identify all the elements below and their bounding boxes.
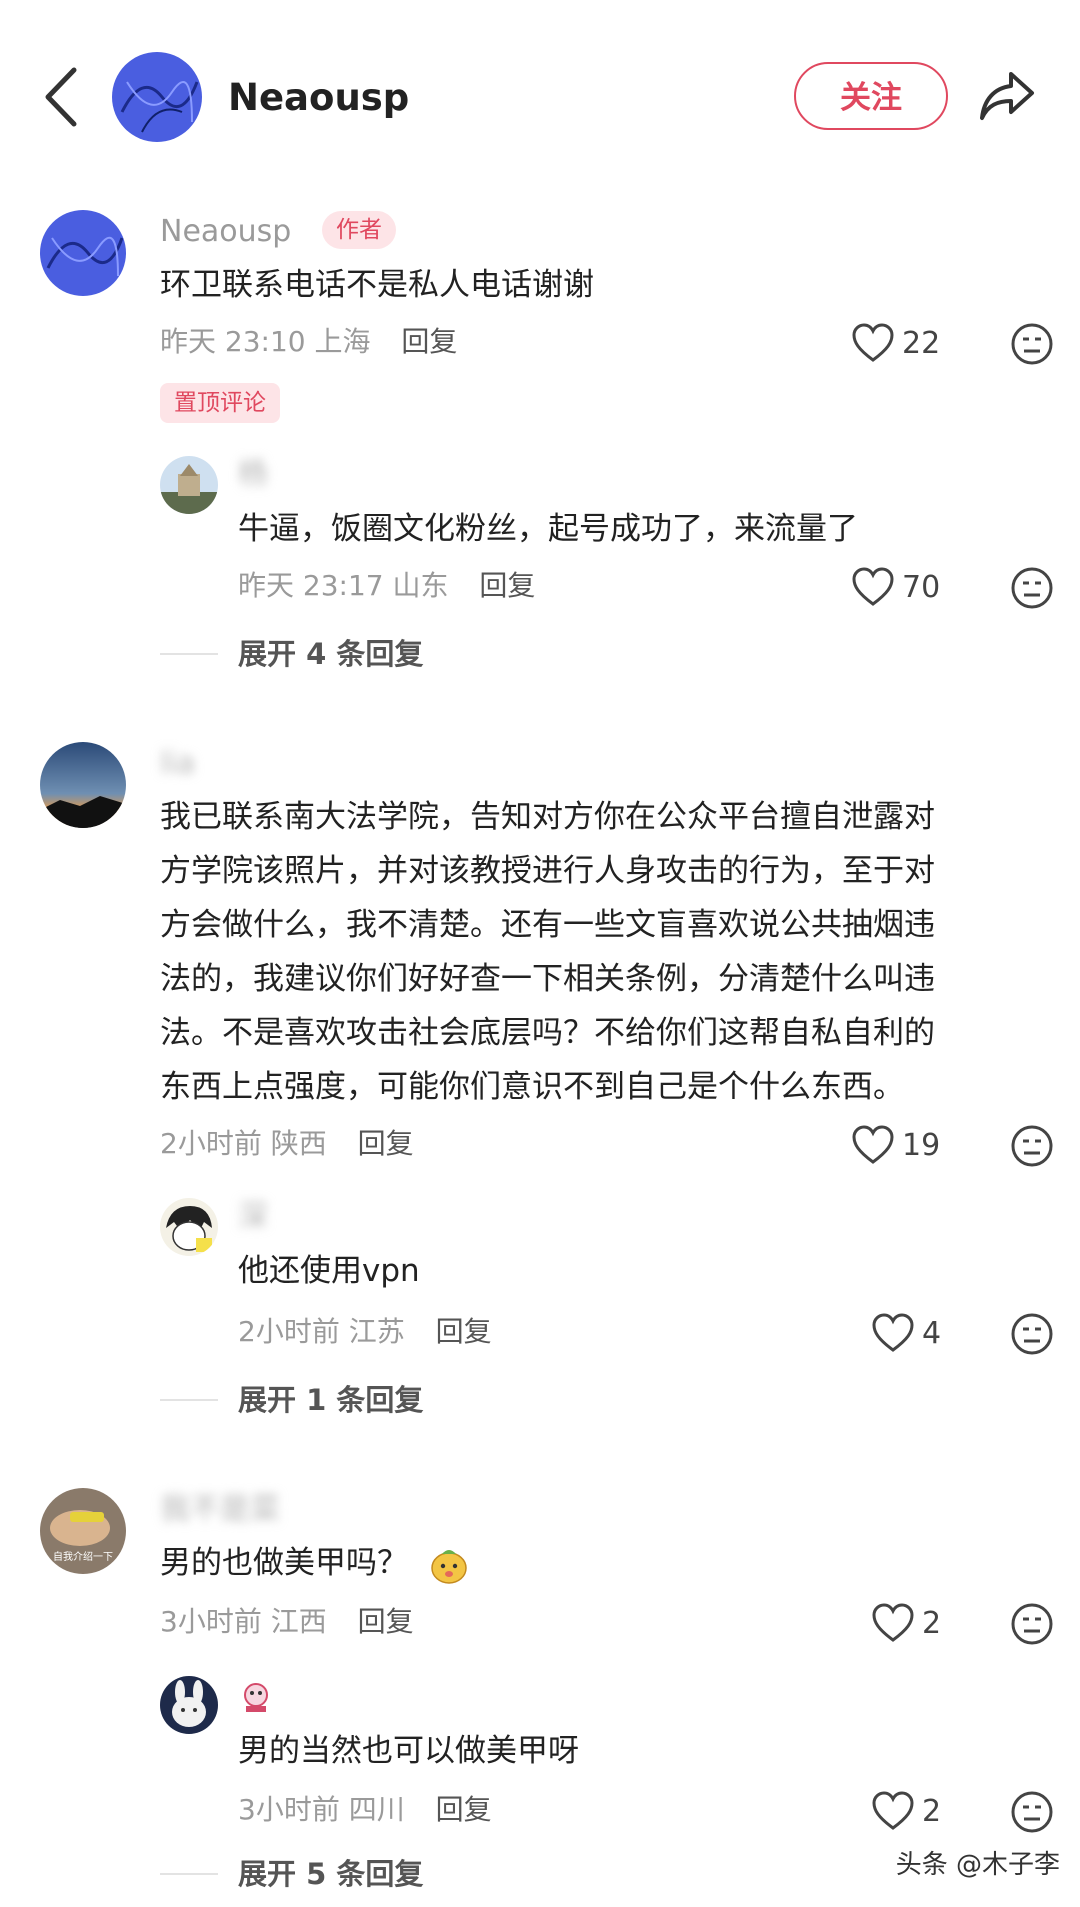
reply-avatar[interactable]	[160, 1676, 218, 1734]
share-icon[interactable]	[978, 66, 1036, 124]
heart-icon	[852, 323, 894, 362]
expand-replies-button[interactable]: 展开 1 条回复	[238, 1380, 423, 1420]
like-button[interactable]: 19	[852, 1120, 940, 1170]
comment-time: 3小时前	[160, 1605, 262, 1638]
expand-replies-button[interactable]: 展开 4 条回复	[238, 634, 423, 674]
reply-username[interactable]: 杨	[238, 455, 268, 495]
comment-text-line: 我已联系南大法学院，告知对方你在公众平台擅自泄露对	[160, 799, 935, 835]
top-bar: Neaousp 关注	[0, 0, 1080, 200]
author-badge: 作者	[322, 211, 396, 249]
reply-meta: 昨天 23:17 山东 回复	[238, 566, 535, 606]
comment-meta: 2小时前 陕西 回复	[160, 1124, 414, 1164]
like-count: 4	[922, 1315, 942, 1351]
dislike-icon[interactable]	[1010, 1312, 1054, 1356]
like-button[interactable]: 2	[872, 1598, 941, 1648]
comment-avatar[interactable]	[40, 742, 126, 828]
like-count: 22	[902, 325, 941, 361]
comment-text: 环卫联系电话不是私人电话谢谢	[160, 267, 594, 303]
dislike-icon[interactable]	[1010, 1790, 1054, 1834]
divider	[160, 653, 218, 655]
like-count: 2	[922, 1793, 942, 1829]
comment-text-line: 方会做什么，我不清楚。还有一些文盲喜欢说公共抽烟违	[160, 907, 935, 943]
reply-avatar[interactable]	[160, 1198, 218, 1256]
comment-location: 江西	[270, 1605, 327, 1638]
dislike-icon[interactable]	[1010, 1602, 1054, 1646]
reply-button[interactable]: 回复	[401, 325, 457, 358]
reply-username[interactable]: 深	[238, 1197, 268, 1237]
comment-avatar[interactable]: 自我介绍一下	[40, 1488, 126, 1574]
heart-icon	[872, 1603, 914, 1642]
expand-replies-button[interactable]: 展开 5 条回复	[238, 1854, 423, 1894]
reply-time: 3小时前	[238, 1793, 340, 1826]
reply-meta: 3小时前 四川 回复	[238, 1790, 492, 1830]
reply-location: 山东	[392, 569, 449, 602]
comment-location: 陕西	[270, 1127, 327, 1160]
heart-icon	[852, 567, 894, 606]
comment-text: 男的也做美甲吗？	[160, 1536, 470, 1590]
comment-username[interactable]: Neaousp	[160, 212, 291, 252]
reply-button[interactable]: 回复	[358, 1127, 414, 1160]
divider	[160, 1399, 218, 1401]
heart-icon	[852, 1125, 894, 1164]
comment-username[interactable]: lia	[160, 744, 195, 784]
heart-icon	[872, 1313, 914, 1352]
dislike-icon[interactable]	[1010, 1124, 1054, 1168]
reply-time: 2小时前	[238, 1315, 340, 1348]
reply-button[interactable]: 回复	[436, 1793, 492, 1826]
dislike-icon[interactable]	[1010, 322, 1054, 366]
pinned-badge: 置顶评论	[160, 383, 280, 423]
reply-button[interactable]: 回复	[358, 1605, 414, 1638]
avatar-caption: 自我介绍一下	[53, 1550, 113, 1563]
reply-meta: 2小时前 江苏 回复	[238, 1312, 492, 1352]
comment-avatar[interactable]	[40, 210, 126, 296]
like-count: 70	[902, 569, 941, 605]
reply-time: 昨天 23:17	[238, 569, 384, 602]
like-button[interactable]: 2	[872, 1786, 941, 1836]
like-button[interactable]: 4	[872, 1308, 941, 1358]
comment-time: 2小时前	[160, 1127, 262, 1160]
comment-meta: 昨天 23:10 上海 回复	[160, 322, 457, 362]
reply-avatar[interactable]	[160, 456, 218, 514]
like-button[interactable]: 70	[852, 562, 940, 612]
reply-text: 他还使用vpn	[238, 1253, 420, 1289]
comment-text-content: 男的也做美甲吗？	[160, 1545, 408, 1581]
follow-button[interactable]: 关注	[794, 62, 948, 130]
like-count: 2	[922, 1605, 942, 1641]
reply-location: 四川	[348, 1793, 405, 1826]
dislike-icon[interactable]	[1010, 566, 1054, 610]
reply-button[interactable]: 回复	[436, 1315, 492, 1348]
reply-text: 男的当然也可以做美甲呀	[238, 1733, 579, 1769]
reply-button[interactable]: 回复	[479, 569, 535, 602]
comment-text-line: 方学院该照片，并对该教授进行人身攻击的行为，至于对	[160, 853, 935, 889]
comment-text: 我已联系南大法学院，告知对方你在公众平台擅自泄露对 方学院该照片，并对该教授进行…	[160, 790, 935, 1114]
like-count: 19	[902, 1127, 941, 1163]
header-username[interactable]: Neaousp	[228, 74, 409, 122]
comment-text-line: 东西上点强度，可能你们意识不到自己是个什么东西。	[160, 1069, 904, 1105]
comment-username[interactable]: 我不是菜	[160, 1490, 280, 1530]
sticker-emoji-icon	[431, 1549, 467, 1584]
reply-location: 江苏	[348, 1315, 405, 1348]
comment-meta: 3小时前 江西 回复	[160, 1602, 414, 1642]
watermark: 头条 @木子李	[895, 1850, 1060, 1880]
divider	[160, 1873, 218, 1875]
reply-text: 牛逼，饭圈文化粉丝，起号成功了，来流量了	[238, 511, 858, 547]
comment-time: 昨天 23:10	[160, 325, 306, 358]
header-avatar[interactable]	[112, 52, 202, 142]
comment-location: 上海	[314, 325, 371, 358]
heart-icon	[872, 1791, 914, 1830]
comment-text-line: 法。不是喜欢攻击社会底层吗？不给你们这帮自私自利的	[160, 1015, 935, 1051]
comment-text-line: 法的，我建议你们好好查一下相关条例，分清楚什么叫违	[160, 961, 935, 997]
like-button[interactable]: 22	[852, 318, 940, 368]
reply-username-icon	[244, 1683, 268, 1712]
back-arrow-icon[interactable]	[40, 62, 80, 132]
